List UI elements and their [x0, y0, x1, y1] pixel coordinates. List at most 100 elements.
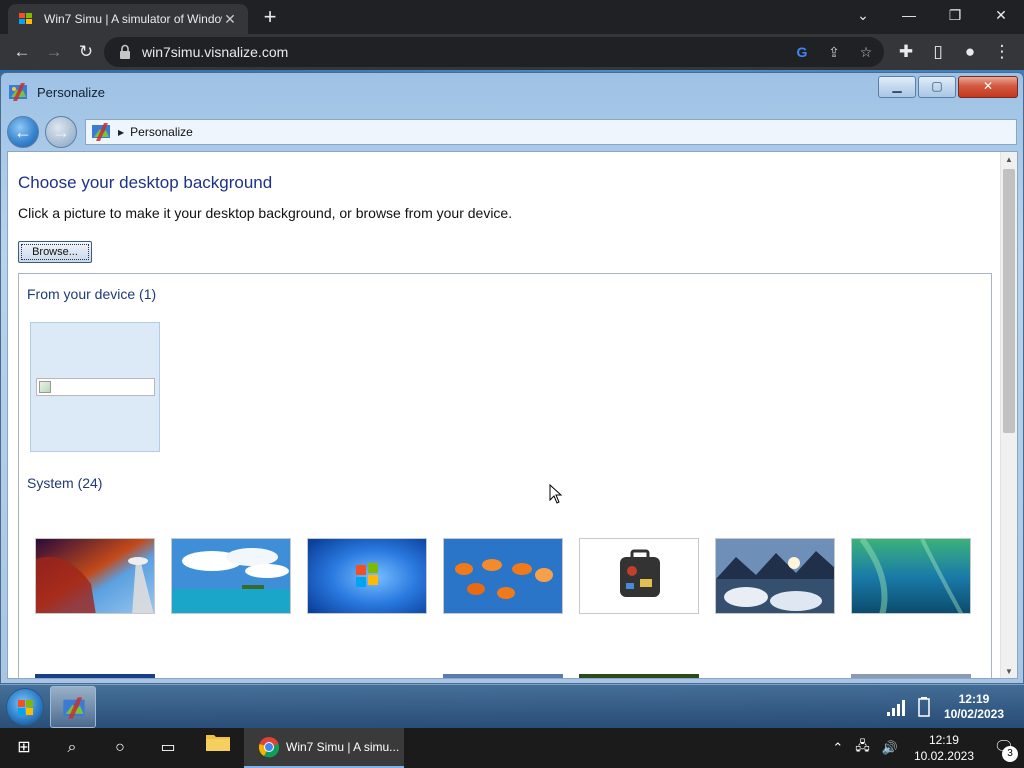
bookmark-star-icon[interactable]: ☆ — [856, 42, 876, 62]
window-titlebar: Personalize — [7, 79, 105, 105]
url-text: win7simu.visnalize.com — [142, 44, 289, 60]
group-label: System (24) — [27, 475, 103, 491]
broken-image-placeholder — [36, 378, 155, 396]
signal-icon[interactable] — [886, 698, 908, 716]
start-orb-icon[interactable] — [6, 688, 44, 726]
host-system-tray: ⌃ 🖧 🔊 12:19 10.02.2023 🗨 3 — [826, 728, 1024, 768]
wallpaper-image — [852, 539, 970, 613]
page-description: Click a picture to make it your desktop … — [18, 205, 513, 221]
search-icon[interactable]: ⌕ — [48, 728, 96, 768]
win7-time: 12:19 — [958, 692, 990, 706]
personalize-crumb-icon — [92, 123, 110, 141]
close-window-button[interactable]: ✕ — [958, 76, 1018, 98]
address-bar[interactable]: win7simu.visnalize.com G ⇪ ☆ — [104, 37, 884, 67]
win7-clock[interactable]: 12:19 10/02/2023 — [944, 692, 1004, 722]
volume-icon[interactable]: 🔊 — [882, 740, 898, 756]
minimize-browser-button[interactable]: — — [886, 0, 932, 30]
wallpaper-image — [716, 539, 834, 613]
new-tab-button[interactable]: + — [258, 6, 282, 30]
device-wallpaper-thumbnail[interactable] — [30, 322, 160, 452]
host-taskbar: ⊞ ⌕ ○ ▭ Win7 Simu | A simu... ⌃ 🖧 🔊 12:1… — [0, 728, 1024, 768]
chrome-task-label: Win7 Simu | A simu... — [286, 740, 400, 754]
wallpaper-image — [36, 539, 154, 613]
battery-icon[interactable] — [918, 697, 930, 717]
restore-browser-button[interactable]: ❐ — [932, 0, 978, 30]
scrollbar-thumb[interactable] — [1003, 169, 1015, 433]
share-icon[interactable]: ⇪ — [824, 42, 844, 62]
win7-date: 10/02/2023 — [943, 707, 1004, 721]
side-panel-icon[interactable]: ▯ — [926, 40, 950, 64]
taskbar-chrome-button[interactable]: Win7 Simu | A simu... — [244, 728, 404, 768]
cortana-icon[interactable]: ○ — [96, 728, 144, 768]
group-label: From your device (1) — [27, 286, 157, 302]
wallpaper-suitcase[interactable] — [579, 538, 699, 614]
vertical-scrollbar[interactable]: ▲ ▼ — [1000, 152, 1017, 678]
wallpaper-partial[interactable] — [443, 674, 563, 678]
folder-icon — [206, 735, 230, 751]
menu-kebab-icon[interactable]: ⋮ — [990, 40, 1014, 64]
personalize-taskbar-icon — [63, 697, 85, 719]
personalize-window: Personalize ▁ ▢ ✕ ← → ▶ Personalize Choo… — [0, 72, 1024, 684]
chrome-icon — [258, 737, 280, 758]
breadcrumb-item[interactable]: Personalize — [130, 125, 193, 139]
tab-search-icon[interactable]: ⌄ — [840, 0, 886, 30]
page-title: Choose your desktop background — [18, 173, 273, 192]
host-date: 10.02.2023 — [913, 749, 974, 763]
reload-icon[interactable]: ↻ — [74, 40, 98, 64]
network-icon[interactable]: 🖧 — [855, 737, 870, 759]
tab-close-icon[interactable]: ✕ — [222, 11, 238, 28]
host-time: 12:19 — [928, 733, 959, 747]
breadcrumb-separator-icon[interactable]: ▶ — [118, 128, 124, 137]
notification-count-badge: 3 — [1002, 746, 1018, 762]
scroll-up-icon[interactable]: ▲ — [1001, 152, 1017, 168]
wallpaper-image — [444, 539, 562, 613]
wallpaper-aurora[interactable] — [851, 538, 971, 614]
explorer-navbar: ← → ▶ Personalize — [5, 115, 1021, 149]
wallpaper-image — [308, 539, 426, 613]
scroll-down-icon[interactable]: ▼ — [1001, 664, 1017, 678]
maximize-window-button[interactable]: ▢ — [918, 76, 956, 98]
wallpaper-image — [580, 539, 698, 613]
back-icon[interactable]: ← — [10, 40, 34, 64]
forward-icon[interactable]: → — [42, 40, 66, 64]
tab-title: Win7 Simu | A simulator of Windows 7 — [44, 12, 222, 26]
lock-icon — [120, 44, 130, 59]
browser-toolbar: ← → ↻ win7simu.visnalize.com G ⇪ ☆ ✚ ▯ ●… — [0, 34, 1024, 70]
personalize-app-icon — [9, 83, 27, 101]
browse-button[interactable]: Browse... — [18, 241, 92, 263]
wallpaper-image — [172, 539, 290, 613]
back-button[interactable]: ← — [7, 116, 39, 148]
host-clock[interactable]: 12:19 10.02.2023 — [914, 732, 974, 764]
content-panel: Choose your desktop background Click a p… — [7, 151, 1018, 679]
wallpaper-tropical-island[interactable] — [171, 538, 291, 614]
forward-button[interactable]: → — [45, 116, 77, 148]
wallpaper-glacier-lake[interactable] — [715, 538, 835, 614]
windows-start-icon[interactable]: ⊞ — [0, 728, 48, 768]
extensions-icon[interactable]: ✚ — [894, 40, 918, 64]
win7simu-favicon-icon — [19, 13, 32, 24]
file-explorer-icon[interactable] — [194, 728, 242, 768]
wallpaper-goldfish[interactable] — [443, 538, 563, 614]
minimize-window-button[interactable]: ▁ — [878, 76, 916, 98]
show-hidden-icons-icon[interactable]: ⌃ — [832, 740, 843, 756]
wallpaper-windows-7-logo[interactable] — [307, 538, 427, 614]
broken-image-icon — [39, 381, 51, 393]
wallpaper-partial[interactable] — [851, 674, 971, 678]
google-lens-icon[interactable]: G — [792, 42, 812, 62]
browser-tab[interactable]: Win7 Simu | A simulator of Windows 7 ✕ — [8, 4, 248, 34]
browser-tabstrip: Win7 Simu | A simulator of Windows 7 ✕ +… — [0, 0, 1024, 34]
mouse-cursor-icon — [549, 484, 563, 504]
simulator-desktop: Personalize ▁ ▢ ✕ ← → ▶ Personalize Choo… — [0, 70, 1024, 728]
wallpaper-partial[interactable] — [579, 674, 699, 678]
profile-icon[interactable]: ● — [958, 40, 982, 64]
win7-taskbar: 12:19 10/02/2023 — [0, 684, 1024, 728]
taskbar-personalize-button[interactable] — [50, 686, 96, 728]
task-view-icon[interactable]: ▭ — [144, 728, 192, 768]
breadcrumb[interactable]: ▶ Personalize — [85, 119, 1017, 145]
wallpaper-partial[interactable] — [35, 674, 155, 678]
close-browser-button[interactable]: ✕ — [978, 0, 1024, 30]
wallpaper-space-needle[interactable] — [35, 538, 155, 614]
action-center-icon[interactable]: 🗨 3 — [984, 728, 1024, 768]
group-header-system: System (24) — [27, 475, 102, 491]
wallpaper-gallery: From your device (1) System (24) — [18, 273, 992, 678]
